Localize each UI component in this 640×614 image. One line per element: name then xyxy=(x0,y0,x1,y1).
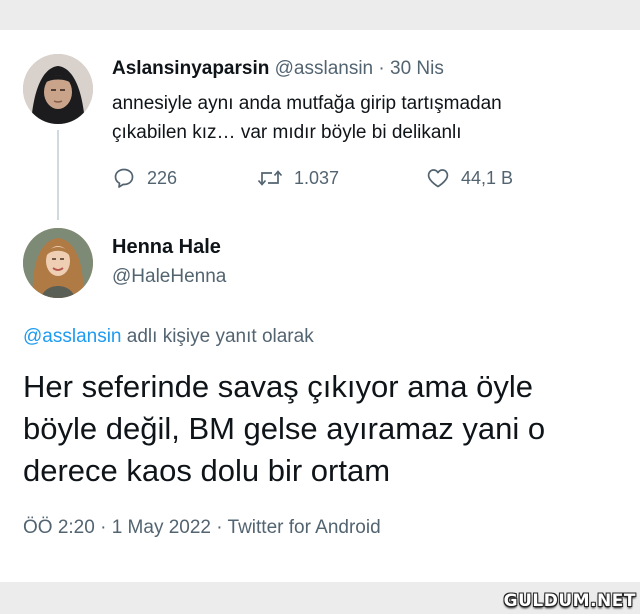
retweet-count: 1.037 xyxy=(294,167,340,188)
original-display-name[interactable]: Aslansinyaparsin xyxy=(112,58,269,79)
like-count: 44,1 B xyxy=(461,167,514,188)
original-tweet-line: çıkabilen kız… var mıdır böyle bi delika… xyxy=(112,122,462,143)
reply-tweet-line: böyle değil, BM gelse ayıramaz yani o xyxy=(23,411,546,446)
reply-count: 226 xyxy=(147,167,178,188)
reply-tweet-text: Her seferinde savaş çıkıyor ama öyle böy… xyxy=(23,366,623,492)
replying-to-line: @asslansin adlı kişiye yanıt olarak xyxy=(23,326,314,348)
like-button[interactable]: 44,1 B xyxy=(426,166,513,190)
retweet-icon xyxy=(257,170,283,186)
original-tweet-header: Aslansinyaparsin @asslansin · 30 Nis xyxy=(112,58,444,80)
reply-display-name[interactable]: Henna Hale xyxy=(112,236,221,259)
replying-suffix: adlı kişiye yanıt olarak xyxy=(126,326,314,347)
like-icon xyxy=(427,169,449,188)
avatar-aslansinyaparsin[interactable] xyxy=(23,54,93,124)
thread-connector-line xyxy=(57,130,59,220)
reply-tweet-line: derece kaos dolu bir ortam xyxy=(23,453,391,488)
replying-mention-link[interactable]: @asslansin xyxy=(23,326,122,347)
original-date[interactable]: 30 Nis xyxy=(390,58,444,79)
avatar-henna-hale[interactable] xyxy=(23,228,93,298)
reply-tweet-line: Her seferinde savaş çıkıyor ama öyle xyxy=(23,369,533,404)
reply-tweet-meta[interactable]: ÖÖ 2:20 · 1 May 2022 · Twitter for Andro… xyxy=(23,517,381,539)
tweet-action-bar: 226 1.037 44,1 B xyxy=(112,166,612,192)
header-separator: · xyxy=(378,58,385,79)
original-tweet-line: annesiyle aynı anda mutfağa girip tartış… xyxy=(112,93,502,114)
reply-handle[interactable]: @HaleHenna xyxy=(112,266,226,288)
reply-button[interactable]: 226 xyxy=(112,166,177,190)
watermark-logo: GULDUM.NET xyxy=(503,591,636,611)
original-tweet-text: annesiyle aynı anda mutfağa girip tartış… xyxy=(112,89,612,147)
reply-icon xyxy=(114,168,134,188)
retweet-button[interactable]: 1.037 xyxy=(257,166,339,190)
original-handle[interactable]: @asslansin xyxy=(275,58,374,79)
